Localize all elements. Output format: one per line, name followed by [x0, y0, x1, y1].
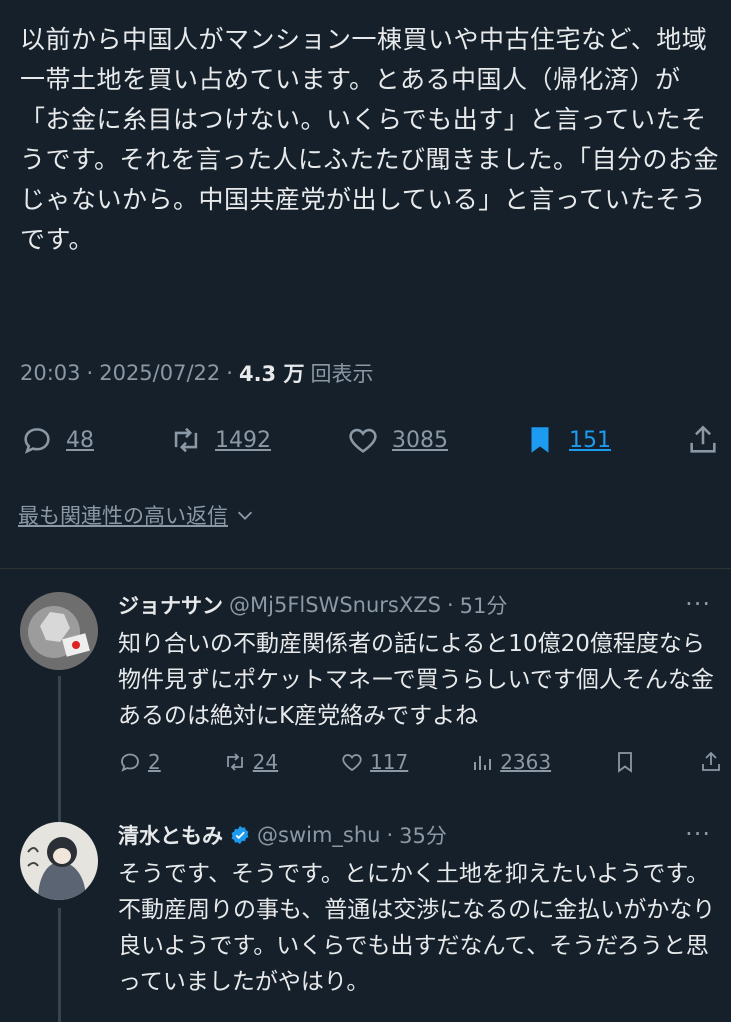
bookmark-button[interactable]: 151 — [523, 423, 611, 457]
meta-separator: · — [86, 361, 94, 385]
reply-icon — [121, 753, 139, 772]
tweet-time[interactable]: 20:03 — [20, 361, 81, 385]
meta-separator: · — [446, 593, 454, 617]
reply-button[interactable]: 48 — [20, 423, 94, 457]
reply-text: 知り合いの不動産関係者の話によると10億20億程度なら物件見ずにポケットマネーで… — [118, 631, 714, 729]
user-handle[interactable]: @Mj5FlSWSnursXZS — [229, 593, 441, 617]
view-label: 回表示 — [310, 362, 374, 386]
reply-item[interactable]: ジョナサン @Mj5FlSWSnursXZS · 51分 ··· 知り合いの不動… — [0, 568, 731, 826]
reply-actions: 2 24 117 2363 — [118, 750, 723, 774]
reply-time[interactable]: 51分 — [460, 590, 508, 620]
share-button[interactable] — [699, 750, 723, 774]
bookmark-icon — [618, 752, 632, 773]
share-icon — [702, 751, 720, 771]
tweet-meta: 20:03 · 2025/07/22 · 4.3 万回表示 — [20, 358, 373, 388]
retweet-button[interactable]: 1492 — [169, 423, 271, 457]
view-count: 4.3 万 — [238, 362, 305, 386]
share-button[interactable] — [686, 423, 720, 457]
reply-text: そうです、そうです。とにかく土地を抑えたいようです。不動産周りの事も、普通は交渉… — [118, 861, 716, 995]
reply-sort-dropdown[interactable]: 最も関連性の高い返信 — [18, 500, 256, 530]
heart-icon — [349, 428, 377, 453]
like-button[interactable]: 3085 — [346, 423, 448, 457]
reply-count: 2 — [148, 750, 161, 774]
heart-icon — [342, 754, 362, 772]
display-name[interactable]: ジョナサン — [118, 590, 223, 620]
reply-button[interactable]: 2 — [118, 750, 161, 774]
bookmark-count: 151 — [569, 427, 611, 453]
view-count: 2363 — [500, 750, 552, 774]
reply-sort-label: 最も関連性の高い返信 — [18, 504, 228, 528]
retweet-count: 24 — [252, 750, 279, 774]
views-button[interactable]: 2363 — [470, 750, 551, 774]
thread-line — [58, 908, 61, 1022]
reply-header: 清水ともみ @swim_shu · 35分 — [118, 820, 447, 850]
tweet-text: 以前から中国人がマンション一棟買いや中古住宅など、地域一帯土地を買い占めています… — [20, 25, 720, 254]
avatar[interactable] — [20, 592, 98, 670]
share-icon — [690, 425, 716, 453]
bookmark-button[interactable] — [613, 750, 637, 774]
meta-separator: · — [386, 823, 394, 847]
reply-icon — [24, 428, 50, 454]
reply-item[interactable]: 清水ともみ @swim_shu · 35分 ··· そうです、そうです。とにかく… — [0, 800, 731, 1022]
retweet-icon — [174, 427, 198, 453]
reply-header: ジョナサン @Mj5FlSWSnursXZS · 51分 — [118, 590, 507, 620]
more-options-icon[interactable]: ··· — [685, 590, 711, 618]
display-name[interactable]: 清水ともみ — [118, 820, 223, 850]
like-count: 3085 — [392, 427, 448, 453]
more-options-icon[interactable]: ··· — [685, 820, 711, 848]
tweet-actions: 48 1492 3085 151 — [20, 418, 720, 462]
chevron-down-icon — [237, 511, 253, 520]
analytics-icon — [474, 756, 492, 770]
retweet-count: 1492 — [215, 427, 271, 453]
reply-count: 48 — [66, 427, 94, 453]
like-button[interactable]: 117 — [340, 750, 408, 774]
reply-time[interactable]: 35分 — [399, 820, 447, 850]
avatar[interactable] — [20, 822, 98, 900]
meta-separator: · — [226, 361, 233, 385]
user-handle[interactable]: @swim_shu — [257, 823, 380, 847]
tweet-date[interactable]: 2025/07/22 — [99, 361, 220, 385]
retweet-icon — [226, 753, 243, 771]
bookmark-icon — [531, 427, 549, 453]
like-count: 117 — [370, 750, 409, 774]
retweet-button[interactable]: 24 — [223, 750, 278, 774]
verified-badge-icon — [231, 825, 249, 845]
